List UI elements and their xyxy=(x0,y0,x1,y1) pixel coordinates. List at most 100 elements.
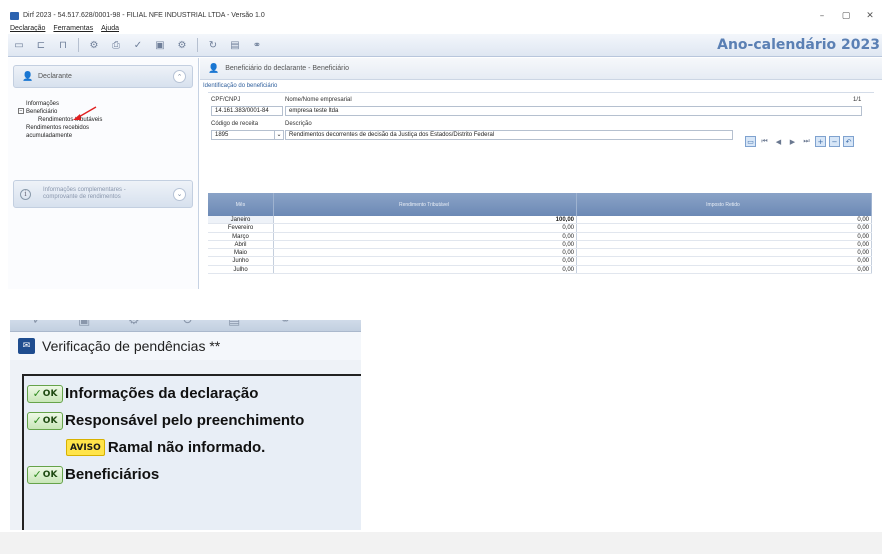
cell-month: Fevereiro xyxy=(208,224,274,232)
list-item-text: Ramal não informado. xyxy=(107,439,266,456)
name-label: Nome/Nome empresarial xyxy=(285,97,352,103)
ok-badge-label: OK xyxy=(42,415,58,426)
ok-badge-label: OK xyxy=(42,388,58,399)
column-mes[interactable]: Mês xyxy=(208,193,274,216)
export-icon[interactable]: ⚙ xyxy=(175,38,189,52)
code-dropdown-icon[interactable]: ⌄ xyxy=(274,130,284,140)
table-row[interactable]: Julho 0,00 0,00 xyxy=(208,265,872,275)
first-record-icon[interactable]: ⏮ xyxy=(759,136,770,147)
tree-item-beneficiario[interactable]: Beneficiário xyxy=(26,108,198,116)
print-icon[interactable]: ⎙ xyxy=(109,38,123,52)
folder-icon[interactable]: ⊓ xyxy=(56,38,70,52)
cell-rendimento[interactable]: 0,00 xyxy=(274,240,577,249)
window-title: Dirf 2023 - 54.517.628/0001-98 - FILIAL … xyxy=(23,12,265,19)
cell-imposto[interactable]: 0,00 xyxy=(577,224,872,232)
clipboard-icon[interactable]: ▤ xyxy=(228,38,242,52)
tree-item-rendimentos-recebidos[interactable]: Rendimentos recebidos xyxy=(26,124,198,132)
close-button[interactable]: ✕ xyxy=(858,11,882,21)
new-record-icon[interactable]: ▭ xyxy=(745,136,756,147)
checkmark-icon: ✓ xyxy=(32,387,42,400)
undo-record-icon[interactable]: ↶ xyxy=(843,136,854,147)
name-field[interactable]: empresa teste ltda xyxy=(285,106,862,116)
table-row[interactable]: Fevereiro 0,00 0,00 xyxy=(208,224,872,233)
prev-record-icon[interactable]: ◀ xyxy=(773,136,784,147)
tree-item-informacoes[interactable]: Informações xyxy=(26,100,198,108)
tree-item-rendimentos-tributaveis[interactable]: Rendimentos tributáveis xyxy=(26,116,198,124)
cell-imposto[interactable]: 0,00 xyxy=(577,249,872,257)
list-item[interactable]: ✓ OK Informações da declaração xyxy=(27,380,361,407)
cell-rendimento[interactable]: 100,00 xyxy=(274,216,577,224)
cell-month: Janeiro xyxy=(208,216,274,224)
income-grid: Mês Rendimento Tributável Imposto Retido… xyxy=(208,193,872,275)
cpf-field[interactable]: 14.161.383/0001-84 xyxy=(211,106,283,116)
app-icon xyxy=(10,11,19,20)
user-icon: 👤 xyxy=(22,71,34,82)
save-icon[interactable]: ▣ xyxy=(153,38,167,52)
table-row[interactable]: Abril 0,00 0,00 xyxy=(208,240,872,250)
table-row[interactable]: Junho 0,00 0,00 xyxy=(208,257,872,266)
open-folder-icon[interactable]: ⊏ xyxy=(34,38,48,52)
cell-imposto[interactable]: 0,00 xyxy=(577,257,872,265)
accordion-declarante[interactable]: 👤 Declarante ⌃ xyxy=(13,65,193,88)
cell-imposto[interactable]: 0,00 xyxy=(577,265,872,274)
refresh-icon[interactable]: ↻ xyxy=(206,38,220,52)
cell-month: Maio xyxy=(208,249,274,257)
clipboard-icon: ▤ xyxy=(228,320,241,328)
list-item-text: Responsável pelo preenchimento xyxy=(65,412,305,429)
menu-ferramentas[interactable]: Ferramentas xyxy=(53,25,93,32)
cell-rendimento[interactable]: 0,00 xyxy=(274,232,577,240)
verification-title: Verificação de pendências ** xyxy=(42,338,221,354)
expand-toggle-icon[interactable]: − xyxy=(18,108,24,114)
ok-badge-label: OK xyxy=(42,469,58,480)
info-icon: i xyxy=(20,188,31,200)
cell-rendimento[interactable]: 0,00 xyxy=(274,257,577,265)
list-item[interactable]: AVISO Ramal não informado. xyxy=(27,434,361,461)
ok-badge: ✓ OK xyxy=(27,411,63,430)
menu-bar: Declaração Ferramentas Ajuda xyxy=(8,23,882,34)
tree-item-acumuladamente[interactable]: acumuladamente xyxy=(26,132,198,140)
grid-header: Mês Rendimento Tributável Imposto Retido xyxy=(208,193,872,216)
cell-rendimento[interactable]: 0,00 xyxy=(274,265,577,274)
checkmark-icon: ✓ xyxy=(32,414,42,427)
maximize-button[interactable]: ▢ xyxy=(834,11,858,21)
toolbar: ▭ ⊏ ⊓ ⚙ ⎙ ✓ ▣ ⚙ ↻ ▤ ⚭ Ano-calendário 202… xyxy=(8,34,882,57)
next-record-icon[interactable]: ▶ xyxy=(787,136,798,147)
column-imposto[interactable]: Imposto Retido xyxy=(577,193,872,216)
menu-ajuda[interactable]: Ajuda xyxy=(101,25,119,32)
desc-field[interactable]: Rendimentos decorrentes de decisão da Ju… xyxy=(285,130,733,140)
screenshot-composite: Dirf 2023 - 54.517.628/0001-98 - FILIAL … xyxy=(0,0,882,554)
cell-rendimento[interactable]: 0,00 xyxy=(274,224,577,232)
red-arrow-annotation xyxy=(73,106,97,120)
main-panel: 👤 Beneficiário do declarante - Beneficiá… xyxy=(200,58,882,289)
code-field[interactable]: 1895 xyxy=(211,130,275,140)
table-row[interactable]: Maio 0,00 0,00 xyxy=(208,249,872,258)
verification-icon: ✉ xyxy=(18,338,35,354)
expand-icon[interactable]: ⌄ xyxy=(173,187,186,201)
add-record-icon[interactable]: + xyxy=(815,136,826,147)
cell-imposto[interactable]: 0,00 xyxy=(577,216,872,224)
accordion-informacoes-complementares[interactable]: i Informações complementares - comprovan… xyxy=(13,180,193,208)
new-file-icon[interactable]: ▭ xyxy=(12,38,26,52)
list-item[interactable]: ✓ OK Beneficiários xyxy=(27,461,361,488)
minimize-button[interactable]: – xyxy=(810,11,834,21)
remove-record-icon[interactable]: − xyxy=(829,136,840,147)
table-row[interactable]: Janeiro 100,00 0,00 xyxy=(208,216,872,225)
attach-icon: ⚭ xyxy=(280,320,291,328)
list-item-text: Beneficiários xyxy=(65,466,160,483)
menu-declaracao[interactable]: Declaração xyxy=(10,25,45,32)
table-row[interactable]: Março 0,00 0,00 xyxy=(208,232,872,241)
column-rendimento[interactable]: Rendimento Tributável xyxy=(274,193,577,216)
cell-rendimento[interactable]: 0,00 xyxy=(274,249,577,257)
cropped-toolbar: ✓ ▣ ⚙ ↻ ▤ ⚭ xyxy=(10,320,361,332)
last-record-icon[interactable]: ⏭ xyxy=(801,136,812,147)
title-bar: Dirf 2023 - 54.517.628/0001-98 - FILIAL … xyxy=(8,8,882,23)
cell-imposto[interactable]: 0,00 xyxy=(577,240,872,249)
import-icon[interactable]: ⚙ xyxy=(87,38,101,52)
verification-panel: ✓ ▣ ⚙ ↻ ▤ ⚭ ✉ Verificação de pendências … xyxy=(10,320,361,530)
list-item[interactable]: ✓ OK Responsável pelo preenchimento xyxy=(27,407,361,434)
main-header: 👤 Beneficiário do declarante - Beneficiá… xyxy=(200,58,882,80)
collapse-icon[interactable]: ⌃ xyxy=(173,70,186,83)
cell-imposto[interactable]: 0,00 xyxy=(577,232,872,240)
attach-icon[interactable]: ⚭ xyxy=(250,38,264,52)
check-icon[interactable]: ✓ xyxy=(131,38,145,52)
